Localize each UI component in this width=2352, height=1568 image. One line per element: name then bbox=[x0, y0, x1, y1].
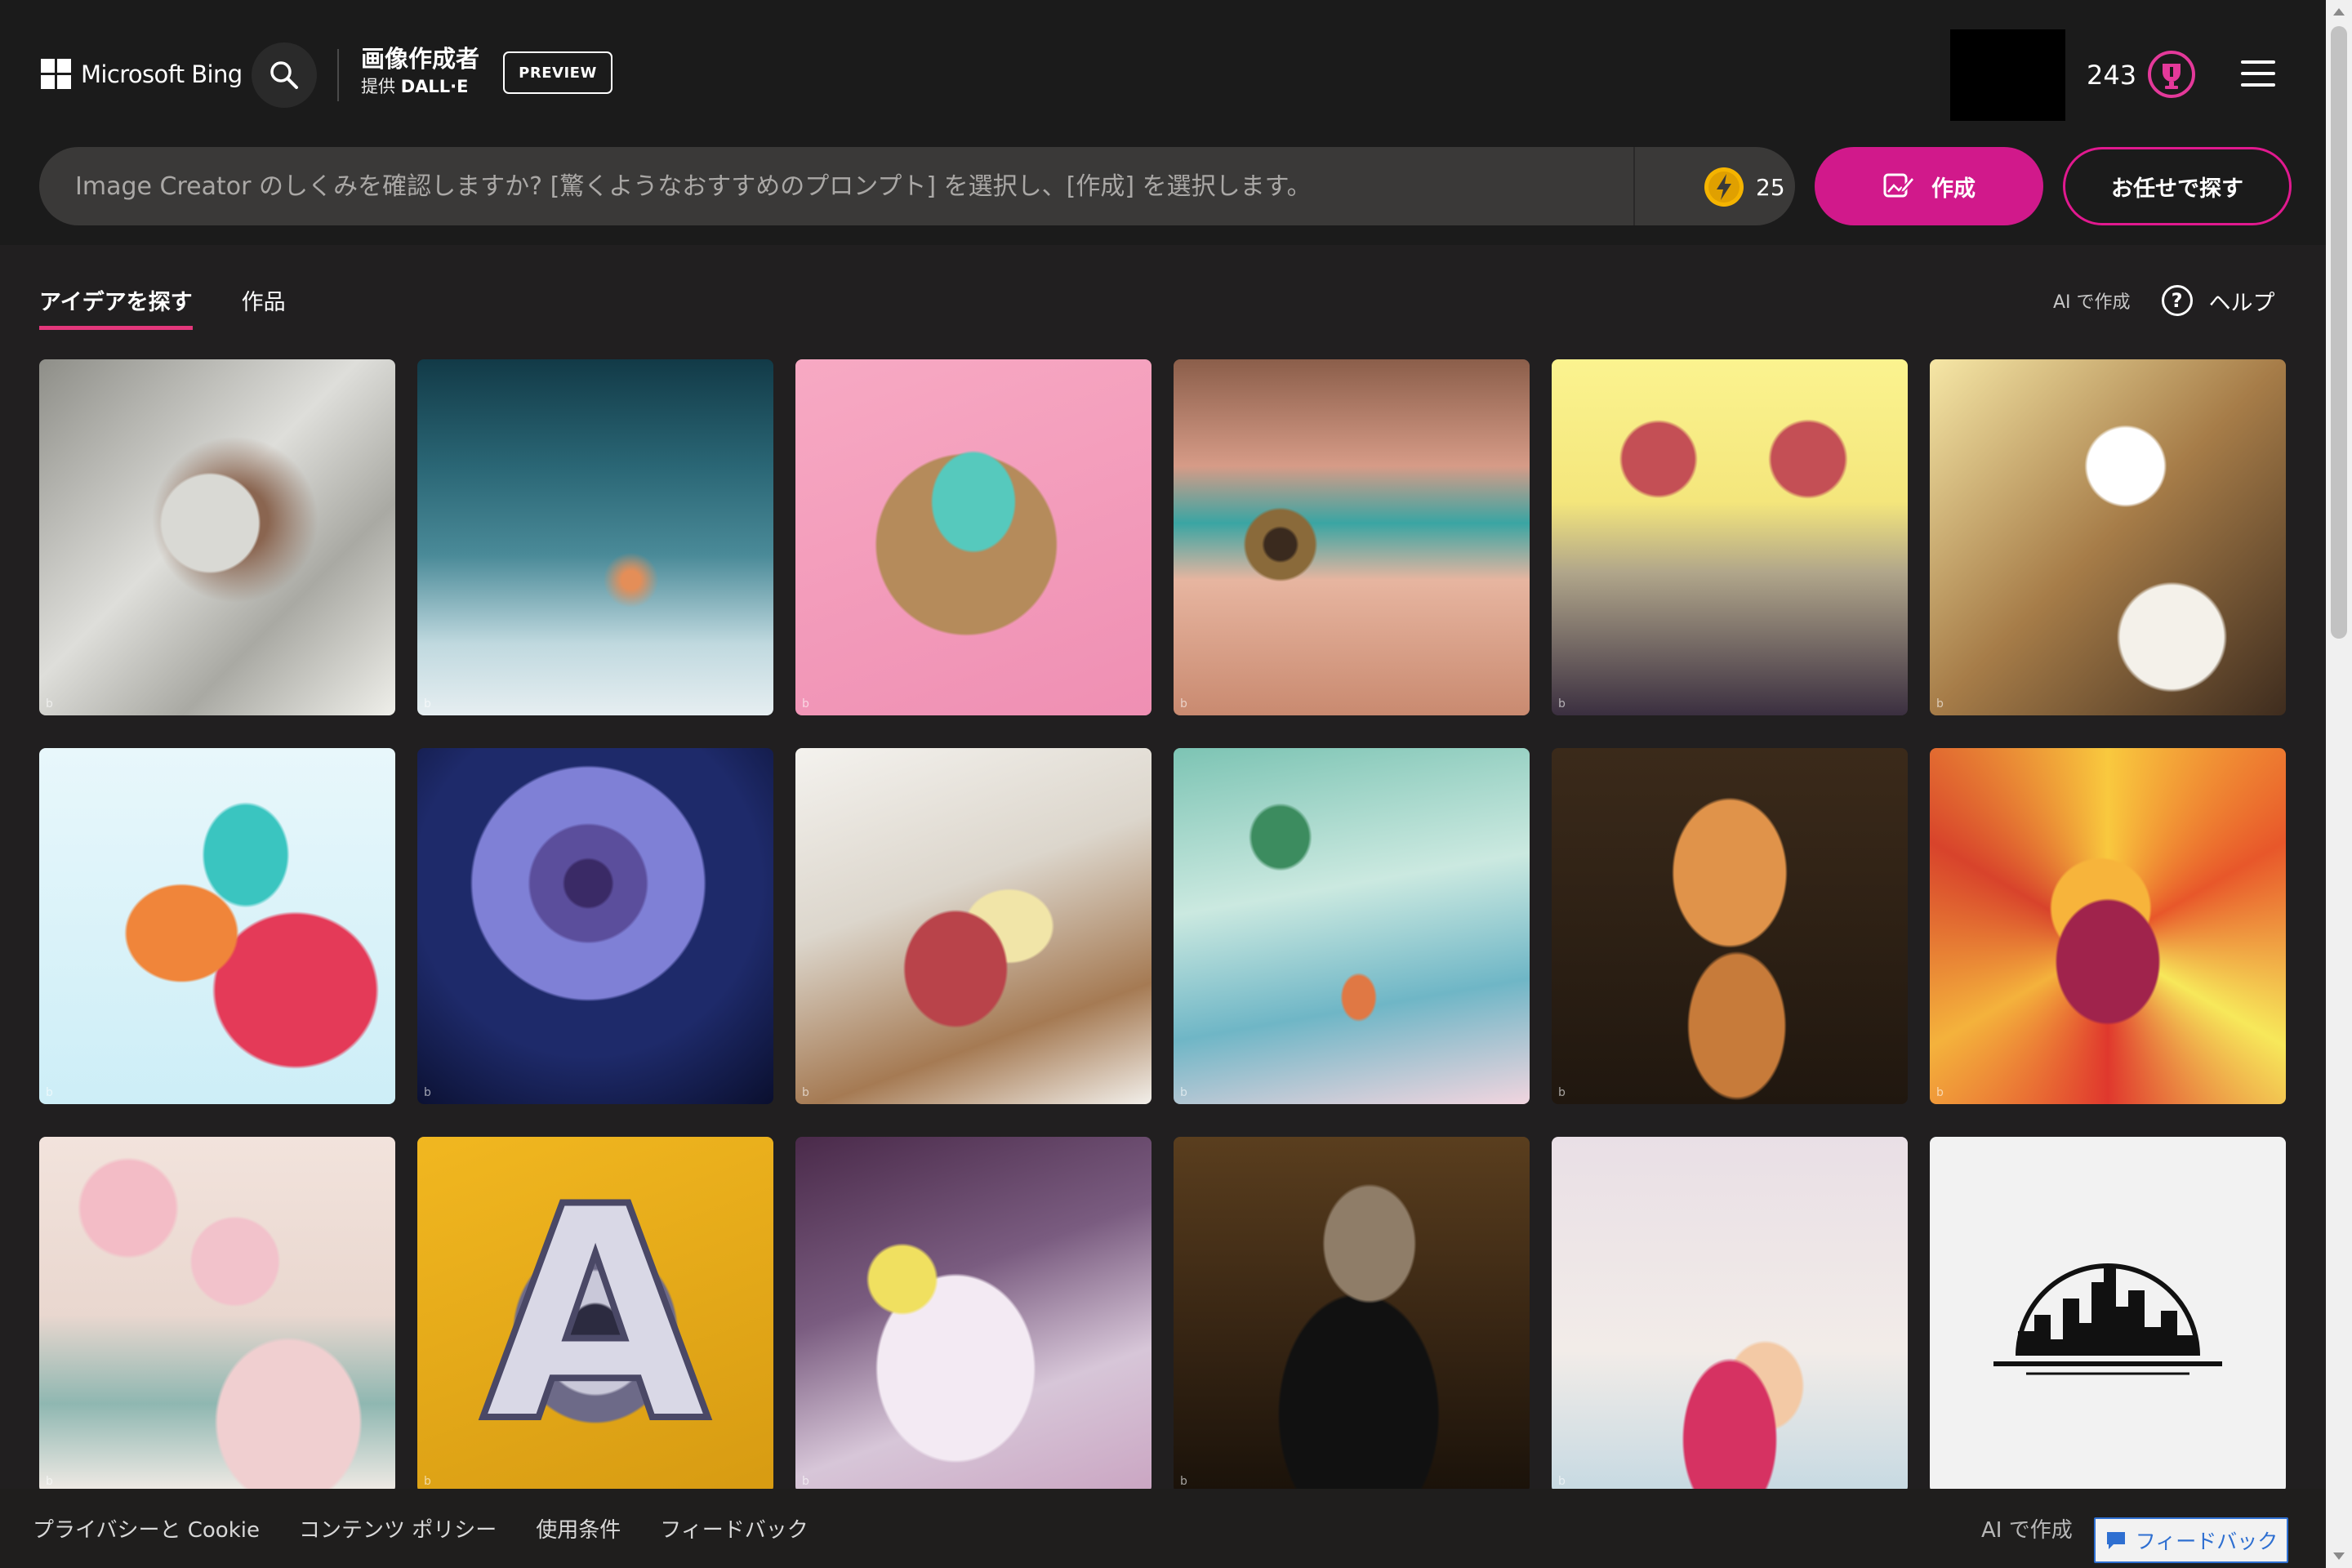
gallery-image-paint-splash[interactable]: b bbox=[1552, 1137, 1908, 1493]
boost-counter[interactable]: 25 bbox=[1704, 167, 1785, 207]
create-button-label: 作成 bbox=[1931, 176, 1976, 202]
bing-watermark: b bbox=[424, 1086, 431, 1099]
tab-bar-right: AI で作成 ? ヘルプ bbox=[2053, 284, 2275, 317]
bing-watermark: b bbox=[1180, 1086, 1187, 1099]
gallery-image-dahlia-flower[interactable]: b bbox=[417, 748, 773, 1104]
gallery-image-tiger-dolls[interactable]: b bbox=[1552, 748, 1908, 1104]
help-link[interactable]: ヘルプ bbox=[2209, 285, 2275, 317]
boost-bolt-icon bbox=[1704, 167, 1744, 207]
bing-watermark: b bbox=[424, 697, 431, 710]
scroll-thumb[interactable] bbox=[2331, 26, 2347, 639]
gallery-image-snowy-cabin[interactable]: b bbox=[417, 359, 773, 715]
subtitle-model: DALL·E bbox=[400, 77, 469, 96]
footer-links: プライバシーと Cookie コンテンツ ポリシー 使用条件 フィードバック bbox=[33, 1513, 848, 1544]
footer-ai-label: AI で作成 bbox=[1981, 1518, 2073, 1543]
gallery-image-pearl-ring[interactable]: b bbox=[39, 359, 395, 715]
chrome-letter: A bbox=[479, 1141, 713, 1490]
header-divider bbox=[337, 49, 339, 101]
bing-watermark: b bbox=[1558, 1475, 1566, 1488]
tab-creations[interactable]: 作品 bbox=[242, 284, 286, 330]
create-image-icon bbox=[1883, 173, 1915, 198]
gallery-image-retro-computer[interactable]: b bbox=[795, 359, 1152, 715]
app-root: Microsoft Bing 画像作成者 提供 DALL·E PREVIEW 2… bbox=[0, 0, 2352, 1568]
feedback-button[interactable]: フィードバック bbox=[2094, 1517, 2288, 1563]
image-gallery: b b b b b b b b b b b b b A b b b b bbox=[39, 359, 2287, 1493]
gallery-image-chrome-letter-a[interactable]: A b bbox=[417, 1137, 773, 1493]
prompt-box: 25 bbox=[39, 147, 1795, 225]
help-icon[interactable]: ? bbox=[2161, 285, 2193, 316]
rewards-points[interactable]: 243 bbox=[2087, 57, 2136, 93]
bing-watermark: b bbox=[802, 697, 809, 710]
avatar[interactable] bbox=[1950, 29, 2065, 121]
boost-count: 25 bbox=[1756, 173, 1785, 201]
skyline-logo-icon bbox=[1993, 1263, 2222, 1375]
bing-watermark: b bbox=[46, 1475, 53, 1488]
tab-bar: アイデアを探す 作品 bbox=[39, 284, 335, 333]
gallery-image-elephant-suit[interactable]: b bbox=[1174, 1137, 1530, 1493]
bing-watermark: b bbox=[1936, 1086, 1944, 1099]
prompt-input[interactable] bbox=[75, 147, 1659, 225]
bing-watermark: b bbox=[802, 1475, 809, 1488]
footer-link-privacy[interactable]: プライバシーと Cookie bbox=[33, 1513, 260, 1544]
footer-link-content-policy[interactable]: コンテンツ ポリシー bbox=[299, 1513, 497, 1544]
bing-watermark: b bbox=[802, 1086, 809, 1099]
scroll-up-arrow-icon[interactable] bbox=[2333, 8, 2345, 16]
search-icon bbox=[270, 61, 298, 89]
microsoft-logo-icon bbox=[41, 59, 71, 89]
surprise-me-label: お任せで探す bbox=[2111, 176, 2243, 202]
gallery-image-city-skyline-logo[interactable] bbox=[1930, 1137, 2286, 1493]
footer-link-terms[interactable]: 使用条件 bbox=[536, 1513, 621, 1544]
feedback-chat-icon bbox=[2106, 1532, 2125, 1549]
create-button[interactable]: 作成 bbox=[1815, 147, 2043, 225]
product-title[interactable]: 画像作成者 提供 DALL·E bbox=[361, 44, 479, 100]
page-subtitle: 提供 DALL·E bbox=[361, 74, 479, 100]
bing-watermark: b bbox=[424, 1475, 431, 1488]
subtitle-prefix: 提供 bbox=[361, 77, 395, 96]
ai-created-label: AI で作成 bbox=[2053, 292, 2131, 313]
bing-watermark: b bbox=[1558, 697, 1566, 710]
footer-link-feedback[interactable]: フィードバック bbox=[660, 1513, 808, 1544]
bing-watermark: b bbox=[1180, 697, 1187, 710]
rewards-trophy-icon[interactable] bbox=[2146, 49, 2197, 100]
bing-watermark: b bbox=[1936, 697, 1944, 710]
tab-explore-ideas[interactable]: アイデアを探す bbox=[39, 284, 193, 330]
scroll-down-arrow-icon[interactable] bbox=[2333, 1552, 2345, 1560]
gallery-image-eye-makeup[interactable]: b bbox=[1174, 359, 1530, 715]
footer: プライバシーと Cookie コンテンツ ポリシー 使用条件 フィードバック A… bbox=[0, 1489, 2352, 1568]
gallery-image-panda-baker[interactable]: b bbox=[1930, 359, 2286, 715]
bing-watermark: b bbox=[46, 1086, 53, 1099]
surprise-me-button[interactable]: お任せで探す bbox=[2063, 147, 2292, 225]
gallery-image-charcuterie-board[interactable]: b bbox=[795, 748, 1152, 1104]
page-scrollbar[interactable] bbox=[2326, 0, 2352, 1568]
header: Microsoft Bing 画像作成者 提供 DALL·E PREVIEW 2… bbox=[0, 0, 2352, 245]
hamburger-menu-icon[interactable] bbox=[2241, 60, 2275, 87]
gallery-image-paper-wolf[interactable]: b bbox=[39, 748, 395, 1104]
bing-watermark: b bbox=[46, 697, 53, 710]
feedback-button-label: フィードバック bbox=[2135, 1530, 2278, 1553]
gallery-image-cherry-blossoms[interactable]: b bbox=[39, 1137, 395, 1493]
page-title: 画像作成者 bbox=[361, 45, 480, 73]
gallery-image-retro-robot[interactable]: b bbox=[1552, 359, 1908, 715]
search-button[interactable] bbox=[252, 42, 317, 108]
prompt-divider bbox=[1633, 147, 1635, 225]
preview-badge: PREVIEW bbox=[503, 51, 612, 94]
brand-name: Microsoft Bing bbox=[81, 60, 243, 88]
bing-watermark: b bbox=[1558, 1086, 1566, 1099]
bing-brand[interactable]: Microsoft Bing bbox=[41, 59, 243, 89]
gallery-image-koi-pond[interactable]: b bbox=[1174, 748, 1530, 1104]
bing-watermark: b bbox=[1180, 1475, 1187, 1488]
gallery-image-fruit-bowl[interactable]: b bbox=[1930, 748, 2286, 1104]
gallery-image-lavender-cocktail[interactable]: b bbox=[795, 1137, 1152, 1493]
